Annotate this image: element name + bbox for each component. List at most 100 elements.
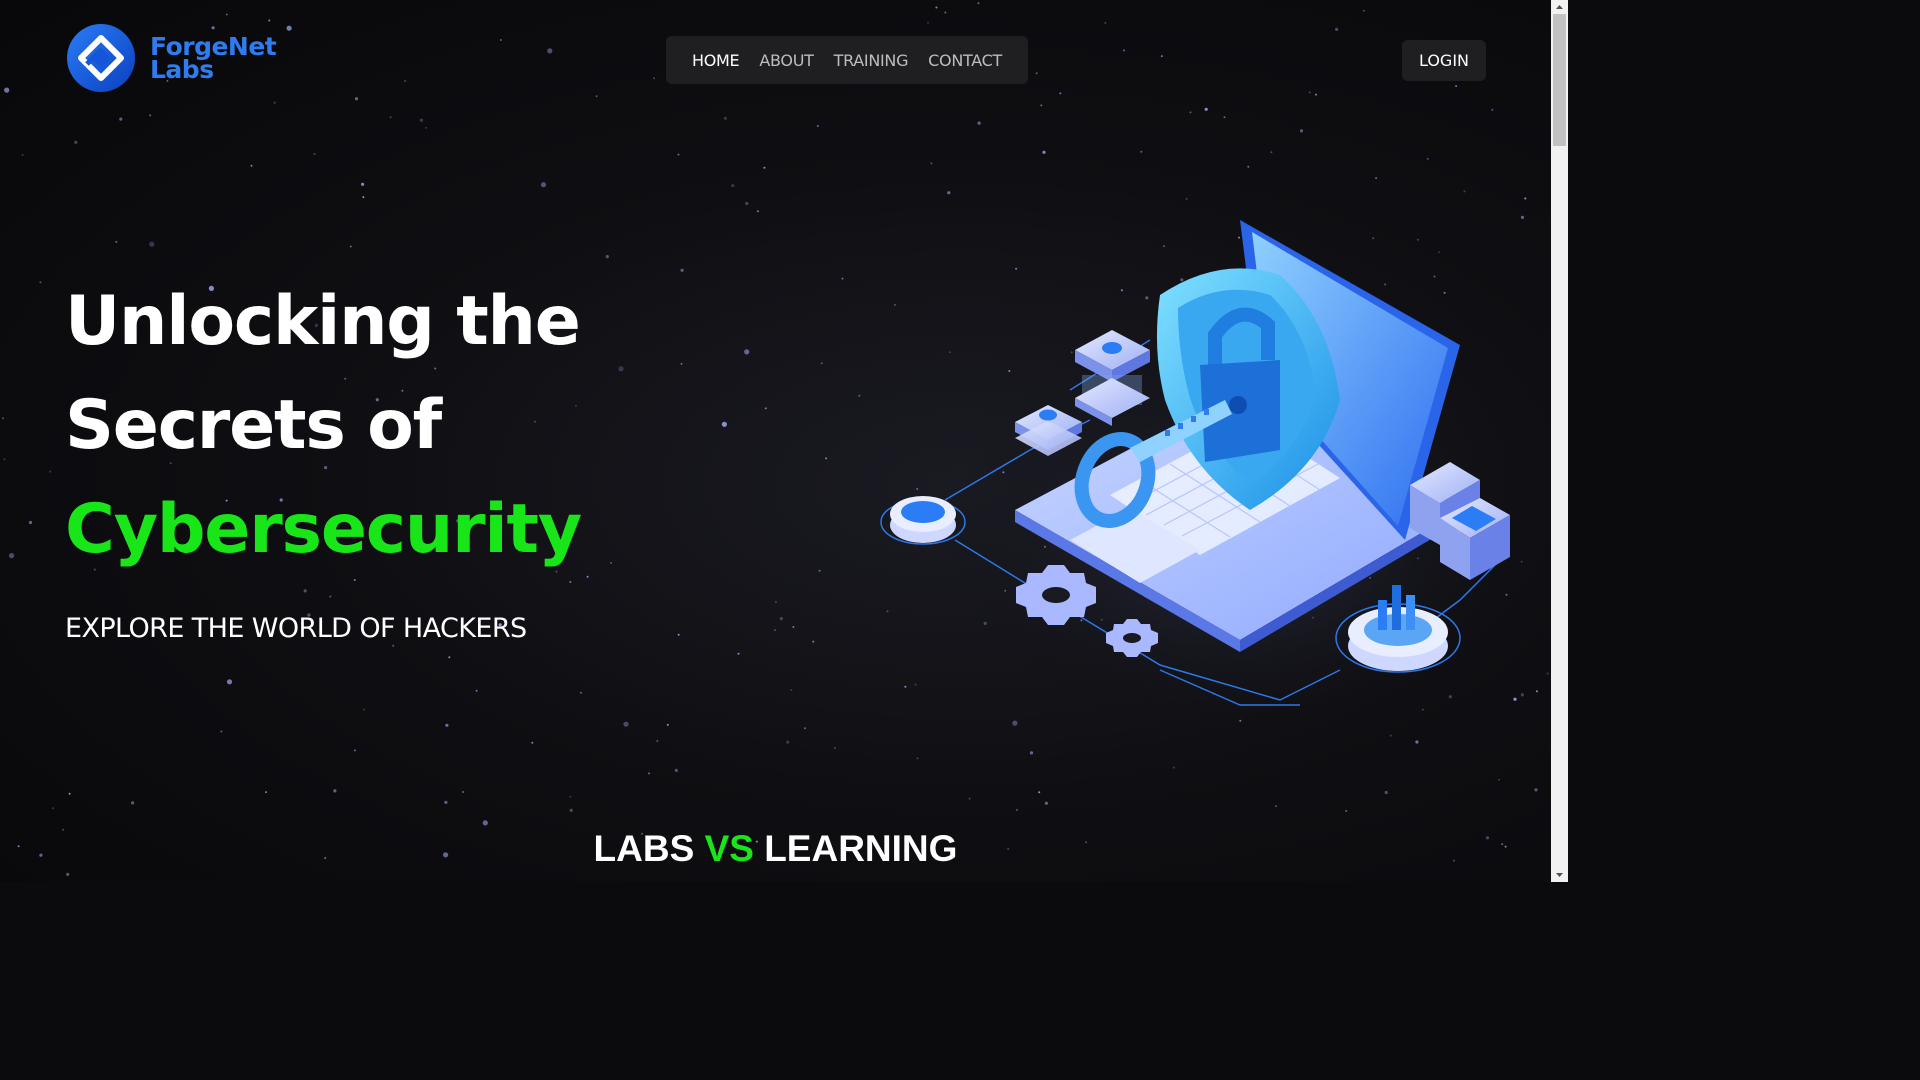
scroll-up-arrow-icon[interactable]: [1551, 0, 1568, 14]
brand-logo[interactable]: ForgeNet Labs: [67, 24, 277, 92]
star-dot: [1335, 27, 1339, 31]
hero-subtitle: EXPLORE THE WORLD OF HACKERS: [65, 613, 527, 644]
star-dot: [1362, 9, 1365, 12]
star-dot: [779, 617, 784, 621]
star-dot: [363, 708, 366, 711]
star-dot: [475, 689, 478, 692]
star-dot: [820, 362, 823, 365]
star-dot: [1463, 190, 1466, 193]
brand-name-line2: Labs: [150, 55, 214, 84]
star-dot: [74, 140, 78, 144]
star-dot: [1016, 808, 1018, 811]
hero-title-line1: Unlocking the: [65, 282, 581, 361]
star-dot: [605, 255, 609, 259]
star-dot: [721, 421, 728, 427]
star-dot: [1104, 21, 1107, 24]
star-dot: [448, 656, 451, 659]
star-dot: [737, 652, 740, 655]
star-dot: [744, 349, 750, 355]
star-dot: [344, 377, 347, 380]
star-dot: [555, 570, 558, 573]
star-dot: [1384, 790, 1388, 795]
star-dot: [1315, 93, 1317, 96]
star-dot: [149, 114, 152, 117]
star-dot: [349, 245, 352, 248]
star-dot: [569, 808, 573, 812]
star-dot: [1247, 165, 1250, 168]
star-dot: [1038, 791, 1041, 794]
star-dot: [1535, 690, 1538, 693]
star-dot: [115, 240, 118, 243]
star-dot: [1491, 108, 1494, 111]
star-dot: [313, 153, 316, 155]
section-title: LABS VS LEARNING: [0, 828, 1551, 870]
star-dot: [119, 117, 123, 121]
star-dot: [49, 470, 52, 473]
star-dot: [1520, 560, 1523, 563]
star-dot: [354, 97, 359, 101]
star-dot: [3, 458, 6, 461]
star-dot: [250, 164, 253, 167]
nav-item-contact[interactable]: CONTACT: [928, 51, 1002, 70]
star-dot: [1223, 116, 1226, 119]
star-dot: [786, 740, 790, 744]
star-dot: [790, 689, 793, 691]
star-dot: [1389, 734, 1392, 737]
star-dot: [2, 417, 5, 420]
star-dot: [533, 420, 536, 423]
section-title-vs: VS: [704, 828, 754, 869]
star-dot: [569, 795, 572, 798]
nav-item-training[interactable]: TRAINING: [834, 51, 909, 70]
star-dot: [444, 800, 448, 805]
scrollbar-thumb[interactable]: [1553, 14, 1566, 146]
star-dot: [21, 153, 24, 156]
star-dot: [731, 184, 735, 188]
star-dot: [927, 21, 930, 24]
star-dot: [812, 640, 815, 643]
star-dot: [947, 191, 951, 195]
star-dot: [1239, 719, 1242, 722]
star-dot: [977, 121, 981, 125]
scroll-down-arrow-icon[interactable]: [1551, 868, 1568, 882]
star-dot: [226, 679, 233, 685]
star-dot: [610, 561, 613, 564]
star-dot: [404, 80, 407, 82]
nav-item-about[interactable]: ABOUT: [759, 51, 814, 70]
star-dot: [1040, 104, 1043, 107]
star-dot: [1160, 55, 1163, 58]
star-dot: [324, 466, 328, 470]
vertical-scrollbar[interactable]: [1551, 0, 1568, 882]
star-dot: [764, 407, 767, 410]
star-dot: [653, 77, 656, 80]
star-dot: [1299, 129, 1304, 133]
star-dot: [4, 87, 10, 93]
star-dot: [28, 520, 33, 525]
star-dot: [774, 601, 777, 603]
star-dot: [723, 116, 728, 120]
section-title-labs: LABS: [593, 828, 695, 869]
brand-name: ForgeNet Labs: [150, 34, 277, 84]
star-dot: [531, 741, 534, 744]
star-dot: [656, 740, 659, 742]
star-dot: [674, 768, 678, 773]
star-dot: [68, 792, 71, 795]
nav-item-home[interactable]: HOME: [692, 51, 740, 70]
star-dot: [333, 789, 337, 793]
star-dot: [9, 553, 15, 559]
star-dot: [1270, 151, 1273, 154]
star-dot: [462, 791, 464, 793]
star-dot: [225, 13, 228, 16]
star-dot: [618, 366, 624, 372]
star-dot: [286, 25, 292, 31]
star-dot: [66, 872, 70, 877]
star-dot: [774, 629, 776, 632]
star-dot: [1029, 751, 1034, 755]
gear-large: [1016, 565, 1096, 625]
login-button[interactable]: LOGIN: [1402, 40, 1486, 81]
star-dot: [1044, 801, 1048, 805]
star-dot: [482, 820, 488, 826]
star-dot: [792, 626, 795, 628]
star-dot: [745, 201, 749, 206]
star-dot: [1520, 693, 1524, 697]
star-dot: [1534, 788, 1538, 792]
